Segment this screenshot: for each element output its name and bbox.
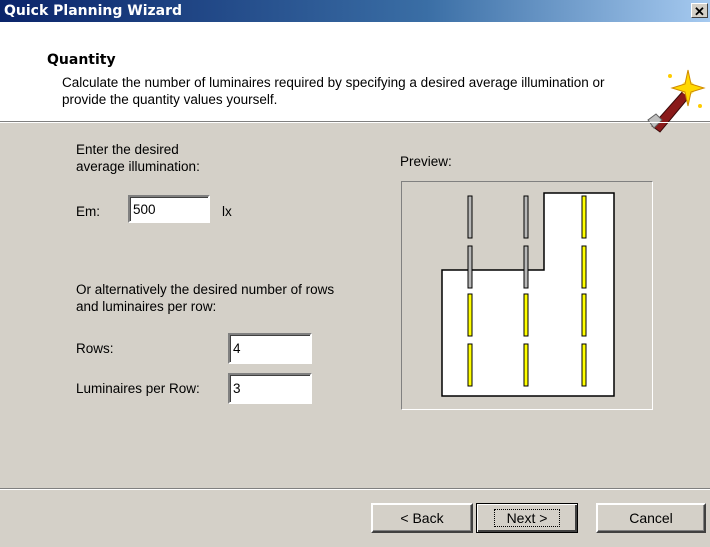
luminaire-mark <box>467 343 473 387</box>
luminaire-mark <box>581 195 587 239</box>
luminaire-mark <box>467 195 473 239</box>
rows-input[interactable] <box>228 333 312 364</box>
window-title: Quick Planning Wizard <box>4 3 183 19</box>
preview-panel <box>401 181 653 410</box>
header-divider <box>0 122 710 123</box>
rows-label: Rows: <box>76 341 114 356</box>
unit-label: lx <box>222 204 232 219</box>
luminaires-per-row-label: Luminaires per Row: <box>76 381 200 396</box>
wizard-header: Quantity Calculate the number of luminai… <box>0 22 710 133</box>
luminaire-mark <box>581 293 587 337</box>
luminaire-mark <box>523 343 529 387</box>
next-button[interactable]: Next > <box>476 503 578 533</box>
luminaire-mark <box>523 195 529 239</box>
luminaires-per-row-input[interactable] <box>228 373 312 404</box>
page-description: Calculate the number of luminaires requi… <box>62 75 605 107</box>
luminaire-mark <box>467 245 473 289</box>
luminaire-mark <box>467 293 473 337</box>
illumination-prompt-line2: average illumination: <box>76 159 200 174</box>
back-button[interactable]: < Back <box>371 503 473 533</box>
luminaire-mark <box>523 293 529 337</box>
alternative-prompt-line1: Or alternatively the desired number of r… <box>76 282 335 297</box>
illumination-prompt-line1: Enter the desired <box>76 142 179 157</box>
alternative-prompt-line2: and luminaires per row: <box>76 299 217 314</box>
page-title: Quantity <box>47 52 116 68</box>
em-label: Em: <box>76 204 101 219</box>
luminaire-mark <box>581 245 587 289</box>
preview-label: Preview: <box>400 154 452 169</box>
em-input[interactable] <box>128 195 210 223</box>
luminaire-mark <box>523 245 529 289</box>
close-icon[interactable]: ✕ <box>691 3 708 19</box>
room-preview-graphic <box>441 192 615 397</box>
title-bar: Quick Planning Wizard ✕ <box>0 0 710 22</box>
luminaire-mark <box>581 343 587 387</box>
cancel-button[interactable]: Cancel <box>596 503 706 533</box>
magic-wand-icon <box>647 69 706 133</box>
